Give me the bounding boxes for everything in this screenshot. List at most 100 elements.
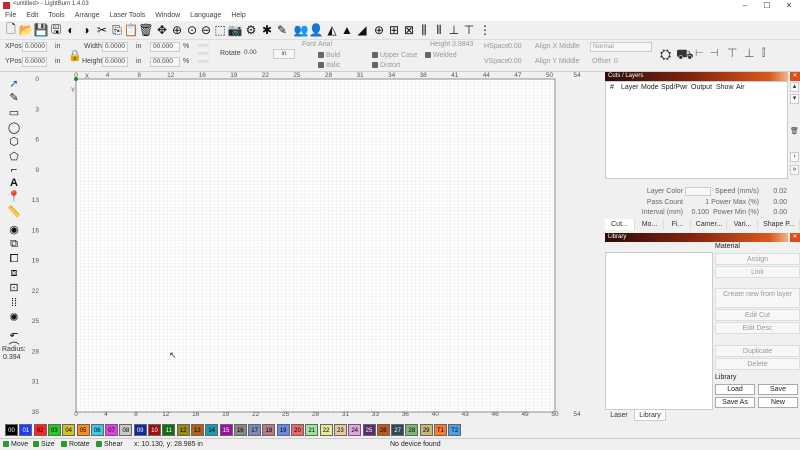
- measure-tool-icon[interactable]: 📏: [7, 204, 21, 218]
- new-file-icon[interactable]: 🗋: [4, 22, 18, 37]
- duplicate-button[interactable]: Duplicate: [715, 345, 800, 357]
- text-mode-select[interactable]: Normal: [590, 42, 652, 52]
- export-icon[interactable]: ◑: [79, 23, 93, 37]
- rotate-input[interactable]: 0.00: [242, 49, 266, 59]
- measure-icon[interactable]: ◭: [325, 23, 339, 37]
- tab-file[interactable]: Fi...: [665, 219, 691, 230]
- align-middle-icon[interactable]: ⊤: [462, 23, 476, 37]
- edit-desc-button[interactable]: Edit Desc: [715, 322, 800, 334]
- select-tool-icon[interactable]: ➚: [7, 76, 21, 90]
- color-swatch-23[interactable]: 23: [333, 424, 347, 436]
- hspace-input[interactable]: 0.00: [508, 43, 522, 50]
- grid-array-icon[interactable]: ⁞⁞: [7, 296, 21, 310]
- color-swatch-11[interactable]: 11: [162, 424, 176, 436]
- menu-window[interactable]: Window: [150, 11, 185, 21]
- new-library-button[interactable]: New: [758, 397, 798, 408]
- minimize-button[interactable]: –: [734, 0, 756, 11]
- layer-up-icon[interactable]: ▴: [790, 82, 799, 92]
- grid-icon[interactable]: ⊠: [402, 23, 416, 37]
- layer-down-icon[interactable]: ▾: [790, 94, 799, 104]
- line-tool-icon[interactable]: ⌐: [7, 163, 21, 177]
- interval-input[interactable]: 0.100: [685, 209, 709, 216]
- user-icon[interactable]: 👤: [309, 23, 324, 37]
- text-height-input[interactable]: 3.9843: [452, 41, 473, 48]
- color-swatch-19[interactable]: 19: [276, 424, 290, 436]
- color-swatch-T2[interactable]: T2: [448, 424, 462, 436]
- color-swatch-12[interactable]: 12: [176, 424, 190, 436]
- menu-edit[interactable]: Edit: [21, 11, 43, 21]
- settings-icon[interactable]: ⚙: [244, 23, 258, 37]
- color-swatch-00[interactable]: 00: [5, 424, 18, 436]
- pan-icon[interactable]: ✥: [155, 23, 169, 37]
- weld-icon[interactable]: ⊡: [7, 280, 21, 294]
- distribute-h-icon[interactable]: ⫼: [417, 23, 431, 37]
- color-swatch-13[interactable]: 13: [190, 424, 204, 436]
- welded-checkbox[interactable]: Welded: [425, 52, 457, 59]
- upper-case-checkbox[interactable]: Upper Case: [372, 52, 417, 59]
- assign-button[interactable]: Assign: [715, 253, 800, 265]
- color-swatch-02[interactable]: 02: [33, 424, 47, 436]
- notes-icon[interactable]: ✎: [275, 23, 289, 37]
- ypos-input[interactable]: 0.0000: [22, 57, 47, 67]
- power-max-input[interactable]: 0.00: [767, 199, 787, 206]
- tab-cuts[interactable]: Cut...: [605, 219, 635, 230]
- camera-icon[interactable]: 📷: [228, 23, 243, 37]
- color-swatch-28[interactable]: 28: [405, 424, 419, 436]
- offset-shapes-icon[interactable]: ◉: [7, 222, 21, 236]
- color-swatch-20[interactable]: 20: [291, 424, 304, 436]
- link-button[interactable]: Link: [715, 266, 800, 278]
- delete-icon[interactable]: 🗑: [138, 23, 153, 37]
- color-swatch-29[interactable]: 29: [419, 424, 433, 436]
- bold-checkbox[interactable]: Bold: [318, 52, 340, 59]
- save-button[interactable]: Save: [758, 384, 798, 395]
- color-swatch-06[interactable]: 06: [90, 424, 104, 436]
- menu-arrange[interactable]: Arrange: [70, 11, 105, 21]
- cut-icon[interactable]: ✂: [95, 23, 109, 37]
- shapes-icon[interactable]: ▲: [340, 23, 354, 37]
- tab-tool-icon[interactable]: ⬐: [7, 326, 21, 340]
- height-input[interactable]: 0.0000: [102, 57, 128, 67]
- boolean-union-icon[interactable]: ⧉: [7, 237, 21, 251]
- rotary-icon[interactable]: ◢: [355, 23, 369, 37]
- polygon-icon[interactable]: ⬡: [7, 134, 21, 148]
- color-swatch-05[interactable]: 05: [76, 424, 90, 436]
- power-min-input[interactable]: 0.00: [767, 209, 787, 216]
- align-hcenter-icon[interactable]: ⊣: [710, 48, 719, 59]
- tab-camera[interactable]: Camer...: [692, 219, 727, 230]
- distort-checkbox[interactable]: Distort: [372, 62, 400, 69]
- distribute-icon[interactable]: ⫿: [762, 48, 765, 59]
- rotate-unit-select[interactable]: in: [273, 49, 295, 59]
- color-swatch-26[interactable]: 26: [376, 424, 390, 436]
- rotate-mode[interactable]: Rotate: [61, 441, 90, 448]
- color-swatch-24[interactable]: 24: [348, 424, 362, 436]
- align-center-icon[interactable]: ⊥: [447, 23, 461, 37]
- zoom-out-icon[interactable]: ⊖: [199, 23, 213, 37]
- layer-delete-icon[interactable]: 🗑: [790, 128, 799, 138]
- distribute-v-icon[interactable]: ⫴: [432, 23, 446, 37]
- speed-input[interactable]: 0.02: [767, 188, 787, 195]
- width-input[interactable]: 0.0000: [102, 42, 128, 52]
- scale-h-input[interactable]: 00.000: [150, 57, 180, 67]
- color-swatch-04[interactable]: 04: [62, 424, 76, 436]
- zoom-in-icon[interactable]: ⊕: [170, 23, 184, 37]
- save-as-button[interactable]: Save As: [715, 397, 755, 408]
- copy-icon[interactable]: ⎘: [110, 23, 124, 37]
- font-select[interactable]: Arial: [318, 41, 332, 48]
- edit-cut-button[interactable]: Edit Cut: [715, 309, 800, 321]
- color-swatch-09[interactable]: 09: [133, 424, 147, 436]
- delete-library-button[interactable]: Delete: [715, 358, 800, 370]
- color-swatch-03[interactable]: 03: [47, 424, 61, 436]
- frame-selection-icon[interactable]: ⬚: [213, 23, 227, 37]
- color-swatch-14[interactable]: 14: [205, 424, 219, 436]
- color-swatch-10[interactable]: 10: [148, 424, 161, 436]
- cuts-close-icon[interactable]: ✕: [790, 72, 800, 81]
- tab-laser[interactable]: Laser: [605, 410, 633, 421]
- tools-icon[interactable]: ✱: [260, 23, 274, 37]
- position-laser-icon[interactable]: 📍: [7, 189, 21, 203]
- color-swatch-21[interactable]: 21: [305, 424, 319, 436]
- radius-input[interactable]: 0.394: [3, 354, 21, 361]
- color-swatch-18[interactable]: 18: [262, 424, 276, 436]
- library-close-icon[interactable]: ✕: [790, 233, 800, 242]
- load-button[interactable]: Load: [715, 384, 755, 395]
- rectangle-icon[interactable]: ▭: [7, 105, 21, 119]
